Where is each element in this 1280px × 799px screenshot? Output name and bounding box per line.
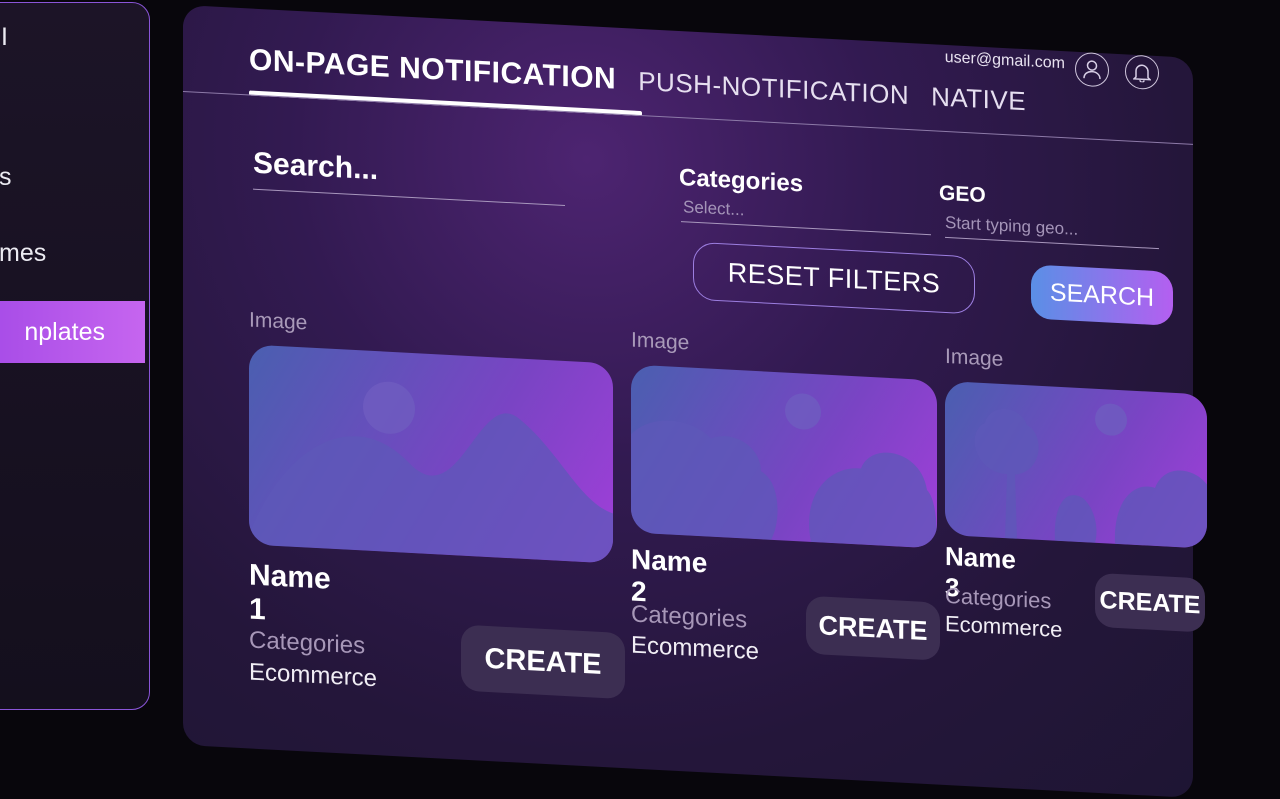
search-input[interactable]: Search... xyxy=(253,147,378,188)
sidebar-item-templates[interactable]: nplates xyxy=(0,301,145,363)
tab-push-notification[interactable]: PUSH-NOTIFICATION xyxy=(638,66,909,111)
sidebar: I s mes nplates xyxy=(0,2,150,710)
sidebar-item-label: nplates xyxy=(24,318,105,346)
image-label: Image xyxy=(945,344,1004,371)
image-placeholder xyxy=(249,344,613,564)
sidebar-item-3[interactable]: mes xyxy=(0,239,46,268)
main-panel: user@gmail.com ON-PAGE NOTIFICATION PUSH… xyxy=(183,5,1207,798)
card-categories-label: Categories xyxy=(249,626,366,660)
search-underline xyxy=(253,188,565,207)
card-categories-label: Categories xyxy=(945,582,1052,614)
card-category: Ecommerce xyxy=(631,631,760,666)
sidebar-item-2[interactable]: s xyxy=(0,163,12,192)
sidebar-item-1[interactable]: I xyxy=(1,23,8,52)
card-category: Ecommerce xyxy=(945,610,1063,643)
categories-underline xyxy=(681,221,931,236)
bell-icon[interactable] xyxy=(1125,54,1159,91)
tab-bar: ON-PAGE NOTIFICATION PUSH-NOTIFICATION N… xyxy=(249,43,1048,119)
search-button[interactable]: SEARCH xyxy=(1031,264,1173,326)
image-label: Image xyxy=(249,308,308,335)
categories-label: Categories xyxy=(679,163,804,198)
geo-input[interactable]: Start typing geo... xyxy=(945,213,1078,240)
geo-underline xyxy=(945,236,1159,250)
geo-label: GEO xyxy=(939,181,986,208)
card-categories-label: Categories xyxy=(631,600,748,634)
card-name: Name 1 xyxy=(249,558,331,627)
tab-on-page-notification[interactable]: ON-PAGE NOTIFICATION xyxy=(249,43,616,96)
card-category: Ecommerce xyxy=(249,658,378,693)
tab-native[interactable]: NATIVE xyxy=(931,81,1026,117)
create-button[interactable]: CREATE xyxy=(806,595,940,661)
image-placeholder xyxy=(945,380,1207,549)
user-icon[interactable] xyxy=(1075,51,1109,88)
create-button[interactable]: CREATE xyxy=(1095,572,1205,633)
image-label: Image xyxy=(631,328,690,355)
image-placeholder xyxy=(631,364,937,549)
categories-select[interactable]: Select... xyxy=(683,197,744,220)
create-button[interactable]: CREATE xyxy=(461,624,625,700)
reset-filters-button[interactable]: RESET FILTERS xyxy=(693,241,975,315)
user-email: user@gmail.com xyxy=(944,48,1065,73)
